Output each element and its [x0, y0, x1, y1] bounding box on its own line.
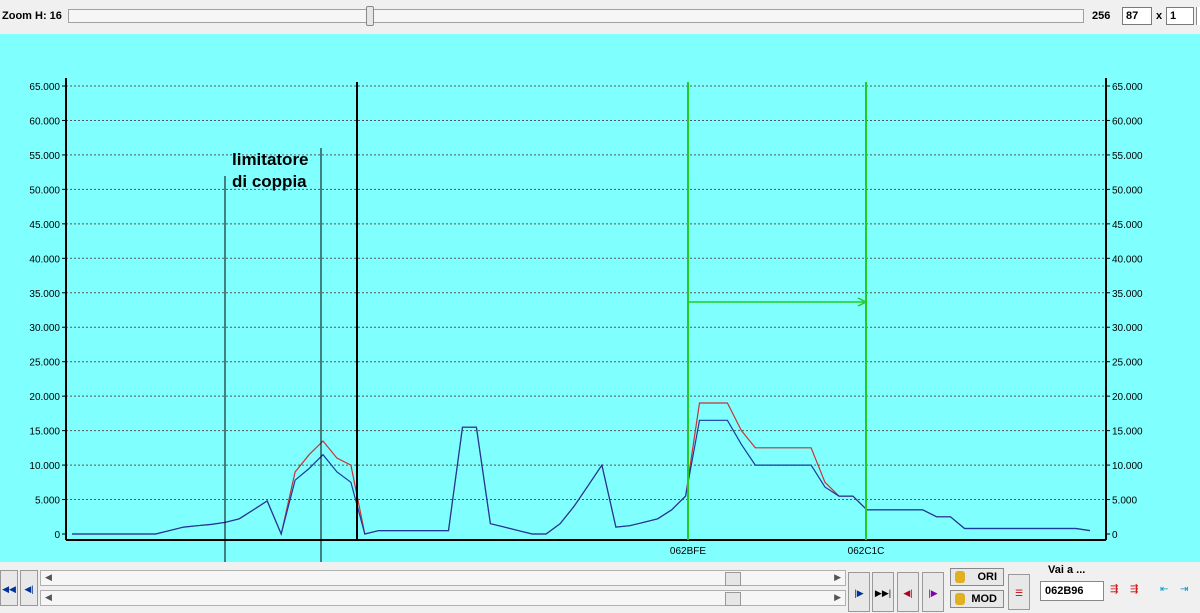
ori-button[interactable]: ORI	[950, 568, 1004, 586]
marker-left-icon[interactable]: ⇤	[1160, 584, 1168, 595]
last-page-button[interactable]: ▶▶|	[872, 572, 894, 612]
y-tick-label-right: 60.000	[1112, 116, 1143, 127]
scroll-thumb[interactable]	[725, 572, 741, 586]
sample-width-field[interactable]: 87	[1122, 7, 1152, 25]
y-tick-label-right: 0	[1112, 530, 1118, 541]
zoom-slider-thumb[interactable]	[366, 6, 374, 26]
scroll-thumb[interactable]	[725, 592, 741, 606]
y-tick-label-left: 45.000	[29, 220, 60, 231]
x-address-label: 062BFE	[670, 546, 706, 557]
marker-right-icon[interactable]: ⇥	[1180, 584, 1188, 595]
annotation-text: di coppia	[232, 172, 307, 191]
y-tick-label-left: 0	[54, 530, 60, 541]
goto-address-field[interactable]: 062B96	[1040, 581, 1104, 601]
mod-button[interactable]: MOD	[950, 590, 1004, 608]
compare-alt-icon[interactable]: ⇶	[1130, 584, 1138, 595]
y-tick-label-left: 15.000	[29, 427, 60, 438]
y-tick-label-right: 10.000	[1112, 461, 1143, 472]
lock-icon	[955, 593, 965, 605]
compare-icon[interactable]: ⇶	[1110, 584, 1118, 595]
y-tick-label-left: 20.000	[29, 392, 60, 403]
zoom-label: Zoom H: 16	[2, 10, 62, 22]
y-tick-label-left: 5.000	[35, 496, 60, 507]
mod-label: MOD	[971, 593, 997, 605]
zoom-slider-track[interactable]	[68, 9, 1084, 23]
y-tick-label-right: 40.000	[1112, 254, 1143, 265]
y-tick-label-left: 35.000	[29, 289, 60, 300]
y-tick-label-right: 65.000	[1112, 82, 1143, 93]
y-tick-label-right: 50.000	[1112, 185, 1143, 196]
prev-page-button[interactable]: ◀|	[20, 570, 38, 606]
data-chart[interactable]: 0 0 5.000 5.000 10.000 10.000 15.000 15.000 20.0…	[0, 34, 1200, 562]
horizontal-scrollbar-2[interactable]: ◀ ▶	[40, 590, 846, 606]
zoom-value: 256	[1092, 10, 1111, 22]
toolbar-edge	[1196, 7, 1200, 25]
goto-label: Vai a ...	[1048, 564, 1086, 576]
y-tick-label-left: 55.000	[29, 151, 60, 162]
y-tick-label-left: 60.000	[29, 116, 60, 127]
y-tick-label-right: 5.000	[1112, 496, 1137, 507]
y-tick-label-right: 55.000	[1112, 151, 1143, 162]
y-tick-label-right: 20.000	[1112, 392, 1143, 403]
y-tick-label-left: 50.000	[29, 185, 60, 196]
ori-label: ORI	[977, 571, 997, 583]
multiplier-field[interactable]: 1	[1166, 7, 1194, 25]
y-tick-label-right: 25.000	[1112, 358, 1143, 369]
x-address-label: 062C1C	[848, 546, 885, 557]
y-tick-label-left: 65.000	[29, 82, 60, 93]
y-tick-label-right: 30.000	[1112, 323, 1143, 334]
scroll-right-icon[interactable]: ▶	[834, 592, 841, 603]
times-label: x	[1156, 10, 1163, 22]
horizontal-scrollbar-1[interactable]: ◀ ▶	[40, 570, 846, 586]
y-tick-label-right: 45.000	[1112, 220, 1143, 231]
next-marker-button[interactable]: |▶	[922, 572, 944, 612]
annotation-text: limitatore	[232, 150, 309, 169]
scroll-left-icon[interactable]: ◀	[45, 572, 52, 583]
graph-area[interactable]: 0 0 5.000 5.000 10.000 10.000 15.000 15.000 20.0…	[0, 34, 1200, 562]
y-tick-label-right: 15.000	[1112, 427, 1143, 438]
scroll-left-icon[interactable]: ◀	[45, 592, 52, 603]
lock-icon	[955, 571, 965, 583]
y-tick-label-left: 30.000	[29, 323, 60, 334]
y-tick-label-right: 35.000	[1112, 289, 1143, 300]
y-tick-label-left: 10.000	[29, 461, 60, 472]
prev-marker-button[interactable]: ◀|	[897, 572, 919, 612]
navigation-bar: ◀◀ ◀| ◀ ▶ ◀ ▶ |▶ ▶▶| ◀| |▶ ORI MOD ☰ Vai…	[0, 562, 1200, 612]
first-page-button[interactable]: ◀◀	[0, 570, 18, 606]
zoom-toolbar: Zoom H: 16 256 87 x 1	[0, 0, 1200, 34]
next-button[interactable]: |▶	[848, 572, 870, 612]
y-tick-label-left: 40.000	[29, 254, 60, 265]
y-tick-label-left: 25.000	[29, 358, 60, 369]
scroll-right-icon[interactable]: ▶	[834, 572, 841, 583]
table-icon[interactable]: ☰	[1008, 574, 1030, 610]
